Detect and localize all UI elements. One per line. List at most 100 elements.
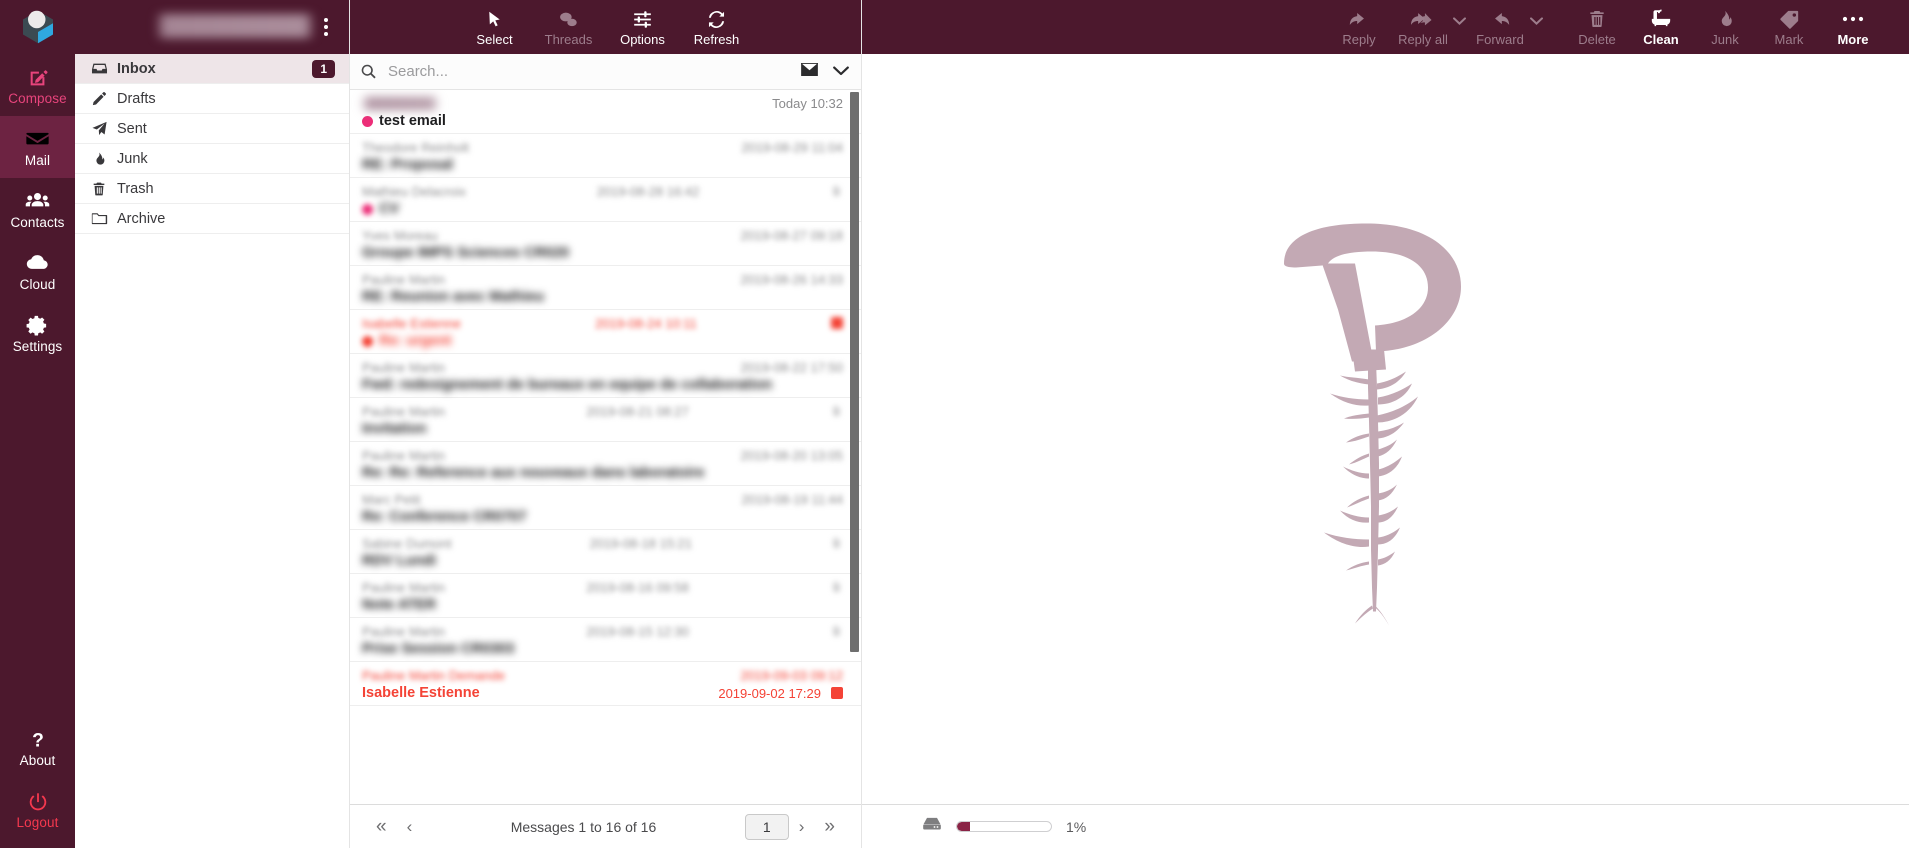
- more-button[interactable]: More: [1825, 7, 1881, 47]
- mark-button[interactable]: Mark: [1761, 7, 1817, 47]
- sidebar-item-mail[interactable]: Mail: [0, 116, 75, 178]
- sidebar-item-logout[interactable]: Logout: [0, 778, 75, 840]
- cursor-arrow-icon: [485, 7, 504, 31]
- message-sender: Marc Petit: [362, 491, 421, 507]
- reply-all-label: Reply all: [1398, 32, 1448, 47]
- message-sender: Isabelle Estienne: [362, 315, 462, 331]
- message-row[interactable]: Pauline Martin 2019-08-20 13:05 Re: Re: R…: [350, 442, 861, 486]
- message-row[interactable]: Marc Petit 2019-08-19 11:44 Re: Conferenc…: [350, 486, 861, 530]
- inbox-icon: [91, 60, 117, 77]
- reply-button[interactable]: Reply: [1331, 7, 1387, 47]
- message-row[interactable]: Isabelle Estienne 2019-08-24 10:11 Re: ur…: [350, 310, 861, 354]
- message-row[interactable]: Pauline Martin 2019-08-15 12:30 Prise Ses…: [350, 618, 861, 662]
- folder-item-junk[interactable]: Junk: [75, 144, 349, 174]
- reply-all-chevron-down-icon[interactable]: [1453, 12, 1466, 30]
- folder-label: Junk: [117, 150, 148, 167]
- threads-button[interactable]: Threads: [545, 7, 593, 47]
- message-sender: Pauline Martin: [362, 359, 446, 375]
- sidebar-item-compose[interactable]: Compose: [0, 54, 75, 116]
- clean-button[interactable]: Clean: [1633, 7, 1689, 47]
- search-scope-envelope-icon[interactable]: [800, 62, 819, 82]
- forward-button[interactable]: Forward: [1472, 7, 1528, 47]
- folder-item-drafts[interactable]: Drafts: [75, 84, 349, 114]
- forward-chevron-down-icon[interactable]: [1530, 12, 1543, 30]
- threads-icon: [558, 7, 579, 31]
- select-button[interactable]: Select: [471, 7, 519, 47]
- previous-page-button[interactable]: ‹: [397, 817, 423, 837]
- message-list-scrollbar[interactable]: [850, 92, 859, 652]
- svg-text:?: ?: [32, 730, 44, 751]
- message-sender: Pauline Martin: [362, 579, 446, 595]
- select-label: Select: [476, 32, 513, 47]
- message-date: Today 10:32: [772, 95, 843, 111]
- sidebar-item-contacts[interactable]: Contacts: [0, 178, 75, 240]
- message-row[interactable]: Pauline Martin 2019-08-16 09:58 Note ATER: [350, 574, 861, 618]
- attachment-icon: [830, 581, 843, 594]
- message-row[interactable]: Pauline Martin 2019-08-22 17:50 Fwd: rede…: [350, 354, 861, 398]
- mark-label: Mark: [1774, 32, 1804, 47]
- message-subject: RDV Lundi: [362, 553, 437, 569]
- message-row[interactable]: Pauline Martin 2019-08-26 14:33 RE: Reuni…: [350, 266, 861, 310]
- forward-label: Forward: [1476, 32, 1524, 47]
- primary-nav-rail: Compose Mail Contacts Cloud Settings ? A…: [0, 0, 75, 848]
- message-row[interactable]: Theodore Reinholt 2019-08-29 11:04 RE: Pr…: [350, 134, 861, 178]
- tag-icon: [1778, 7, 1800, 31]
- message-row[interactable]: Sabine Dumont 2019-08-18 15:21 RDV Lundi: [350, 530, 861, 574]
- folder-label: Inbox: [117, 60, 156, 77]
- sidebar-item-settings[interactable]: Settings: [0, 302, 75, 364]
- message-preview-column: Reply Reply all Forward Delete Clean Jun…: [862, 0, 1909, 848]
- roundcube-app: Compose Mail Contacts Cloud Settings ? A…: [0, 0, 1909, 848]
- message-date: 2019-08-18 15:21: [589, 535, 693, 551]
- reply-icon: [1348, 7, 1370, 31]
- last-page-button[interactable]: »: [814, 816, 845, 838]
- message-list[interactable]: Today 10:32 test email Theodore Reinholt…: [350, 90, 861, 804]
- message-subject: Note ATER: [362, 597, 437, 613]
- junk-button[interactable]: Junk: [1697, 7, 1753, 47]
- message-row[interactable]: Yves Moreau 2019-08-27 09:18 Groupe IMPS …: [350, 222, 861, 266]
- gear-icon: [26, 313, 49, 337]
- sidebar-item-label: Logout: [16, 814, 59, 830]
- message-row[interactable]: Mathieu Delacroix 2019-08-28 16:42 CV: [350, 178, 861, 222]
- message-sender: Pauline Martin: [362, 623, 446, 639]
- server-disk-icon: [922, 816, 942, 837]
- next-page-button[interactable]: ›: [789, 817, 815, 837]
- search-input[interactable]: [386, 62, 800, 81]
- bathtub-icon: [1650, 7, 1672, 31]
- folder-item-archive[interactable]: Archive: [75, 204, 349, 234]
- page-number-input[interactable]: 1: [744, 813, 789, 840]
- message-sender: Pauline Martin: [362, 403, 446, 419]
- message-date: 2019-08-24 10:11: [595, 315, 697, 331]
- unread-dot-icon: [362, 335, 373, 347]
- search-bar: [350, 54, 861, 90]
- roundcube-logo-icon: [22, 10, 53, 44]
- preview-pane: [862, 54, 1909, 804]
- quota-progress-bar: [956, 821, 1052, 832]
- message-list-column: Select Threads Options Refresh Search...…: [350, 0, 862, 848]
- sidebar-item-cloud[interactable]: Cloud: [0, 240, 75, 302]
- message-subject: RE: Proposal: [362, 157, 454, 173]
- message-sender: Mathieu Delacroix: [362, 183, 467, 199]
- folder-item-trash[interactable]: Trash: [75, 174, 349, 204]
- search-dropdown-chevron-down-icon[interactable]: [833, 63, 849, 81]
- quota-bar: 1%: [862, 804, 1909, 848]
- options-button[interactable]: Options: [619, 7, 667, 47]
- reply-all-button[interactable]: Reply all: [1395, 7, 1451, 47]
- folder-label: Archive: [117, 210, 166, 227]
- message-row[interactable]: Pauline Martin Demande 2019-09-03 09:12 …: [350, 662, 861, 706]
- sidebar-item-about[interactable]: ? About: [0, 716, 75, 778]
- p-with-taproot-logo-watermark: [1256, 202, 1516, 657]
- message-row[interactable]: Pauline Martin 2019-08-21 08:27 Invitatio…: [350, 398, 861, 442]
- options-label: Options: [620, 32, 665, 47]
- message-date: 2019-08-28 16:42: [596, 183, 700, 199]
- sidebar-item-label: Mail: [24, 152, 51, 168]
- message-date-blurred: 2019-09-03 09:12: [740, 667, 843, 683]
- folder-item-sent[interactable]: Sent: [75, 114, 349, 144]
- message-subject: Re: urgent: [379, 333, 452, 349]
- kebab-menu-icon[interactable]: [315, 16, 337, 38]
- first-page-button[interactable]: «: [366, 816, 397, 838]
- message-row[interactable]: Today 10:32 test email: [350, 90, 861, 134]
- refresh-button[interactable]: Refresh: [693, 7, 741, 47]
- delete-button[interactable]: Delete: [1569, 7, 1625, 47]
- pencil-icon: [91, 90, 117, 107]
- folder-item-inbox[interactable]: Inbox 1: [75, 54, 349, 84]
